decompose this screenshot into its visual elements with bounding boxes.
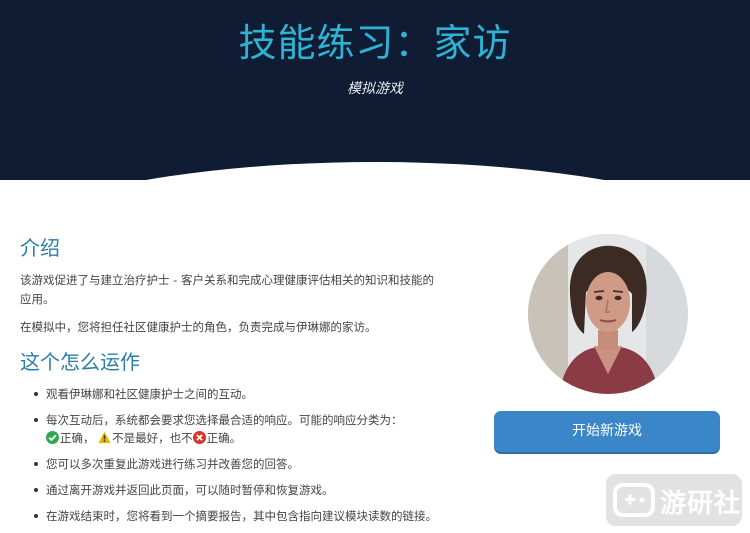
watermark-logo: 游研社 — [606, 474, 742, 526]
page-title: 技能练习：家访 — [238, 21, 512, 65]
character-portrait — [528, 234, 688, 394]
hero-banner: 技能练习：家访 模拟游戏 — [0, 0, 750, 180]
list-item: 每次互动后，系统都会要求您选择最合适的响应。可能的响应分类为： 正确， 不是最好… — [34, 411, 440, 447]
portrait-image — [528, 234, 688, 394]
intro-heading: 介绍 — [20, 236, 60, 260]
intro-paragraph: 在模拟中，您将担任社区健康护士的角色，负责完成与伊琳娜的家访。 — [20, 320, 377, 334]
intro-paragraph: 该游戏促进了与建立治疗护士 - 客户关系和完成心理健康评估相关的知识和技能的应用… — [20, 273, 434, 306]
category-correct: 正确， — [60, 431, 95, 445]
category-incorrect: 正确。 — [206, 431, 242, 445]
start-new-game-button[interactable]: 开始新游戏 — [494, 411, 720, 452]
how-it-works-heading: 这个怎么运作 — [20, 350, 140, 374]
list-item: 在游戏结束时，您将看到一个摘要报告，其中包含指向建议模块读数的链接。 — [34, 507, 440, 525]
list-item: 通过离开游戏并返回此页面，可以随时暂停和恢复游戏。 — [34, 481, 440, 499]
list-item: 您可以多次重复此游戏进行练习并改善您的回答。 — [34, 455, 440, 473]
list-item: 观看伊琳娜和社区健康护士之间的互动。 — [34, 385, 440, 403]
page-subtitle: 模拟游戏 — [347, 81, 403, 97]
cross-circle-icon — [192, 431, 206, 444]
warning-icon — [98, 431, 111, 444]
steps-list: 观看伊琳娜和社区健康护士之间的互动。 每次互动后，系统都会要求您选择最合适的响应… — [20, 385, 440, 525]
check-circle-icon — [46, 431, 59, 444]
gamepad-icon — [613, 483, 655, 517]
main-content: 介绍 该游戏促进了与建立治疗护士 - 客户关系和完成心理健康评估相关的知识和技能… — [20, 232, 440, 533]
category-not-best: 不是最好， — [112, 431, 170, 445]
hero-curve-divider — [0, 162, 750, 180]
watermark-text: 游研社 — [660, 489, 742, 519]
